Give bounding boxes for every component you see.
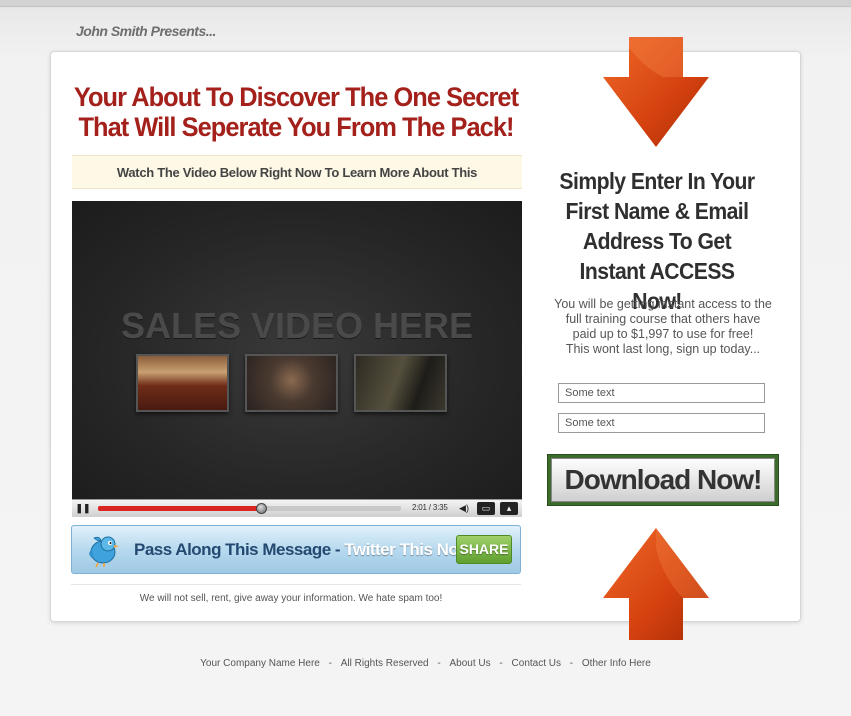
optin-description-line: You will be getting instant access to th… [554,297,772,311]
volume-icon[interactable]: ◀︎) [455,502,473,515]
share-button[interactable]: SHARE [456,535,512,564]
footer-separator: - [437,658,441,669]
twitter-share-banner[interactable]: Pass Along This Message - Twitter This N… [71,525,521,574]
footer-link-other[interactable]: Other Info Here [582,658,651,669]
arrow-up-icon [603,528,709,640]
optin-description-line: paid up to $1,997 to use for free! [572,327,754,341]
video-progress-bar[interactable] [98,503,401,514]
optin-heading: Simply Enter In Your First Name & Email … [559,168,755,314]
optin-description-line: full training course that others have [565,312,761,326]
footer-rights: All Rights Reserved [340,658,429,669]
page-headline: Your About To Discover The One Secret Th… [72,82,519,142]
footer-link-about[interactable]: About Us [449,658,490,669]
first-name-field[interactable] [558,383,765,403]
headline-line-2: That Will Seperate You From The Pack! [78,112,514,142]
presenter-label: John Smith Presents... [76,23,216,39]
download-now-label: Download Now! [551,458,775,502]
share-message-text: Pass Along This Message [134,540,331,559]
top-bar [0,0,851,7]
share-separator: - [330,540,345,559]
video-time: 2:01 / 3:35 [412,503,448,512]
optin-description-line: This wont last long, sign up today... [565,342,761,356]
email-field[interactable] [558,413,765,433]
video-progress-handle[interactable] [255,503,267,514]
sub-headline: Watch The Video Below Right Now To Learn… [72,155,522,189]
fullscreen-icon[interactable]: ▴ [500,502,518,515]
footer-separator: - [499,658,503,669]
footer-link-contact[interactable]: Contact Us [512,658,561,669]
footer-separator: - [569,658,574,669]
headline-line-1: Your About To Discover The One Secret [73,82,519,112]
video-thumbnail [354,354,447,412]
video-placeholder-title: SALES VIDEO HERE [120,305,474,346]
optin-description: You will be getting instant access to th… [552,297,774,357]
footer-separator: - [328,658,332,669]
video-thumbnail [136,354,229,412]
footer: Your Company Name Here - All Rights Rese… [0,658,851,669]
footer-company: Your Company Name Here [200,658,320,669]
video-controls: ❚❚ 2:01 / 3:35 ◀︎) ▭ ▴ [72,499,522,517]
download-now-button[interactable]: Download Now! [547,454,779,506]
arrow-down-icon [603,37,709,147]
twitter-bird-icon [89,536,119,568]
privacy-note: We will not sell, rent, give away your i… [139,593,443,604]
divider [71,584,521,585]
video-thumbnail [245,354,338,412]
video-player[interactable]: SALES VIDEO HERE ❚❚ 2:01 / 3:35 ◀︎) ▭ ▴ [72,201,522,517]
window-mode-icon[interactable]: ▭ [477,502,495,515]
share-message: Pass Along This Message - Twitter This N… [134,540,477,560]
video-progress-fill [98,506,262,511]
pause-icon[interactable]: ❚❚ [74,502,92,515]
